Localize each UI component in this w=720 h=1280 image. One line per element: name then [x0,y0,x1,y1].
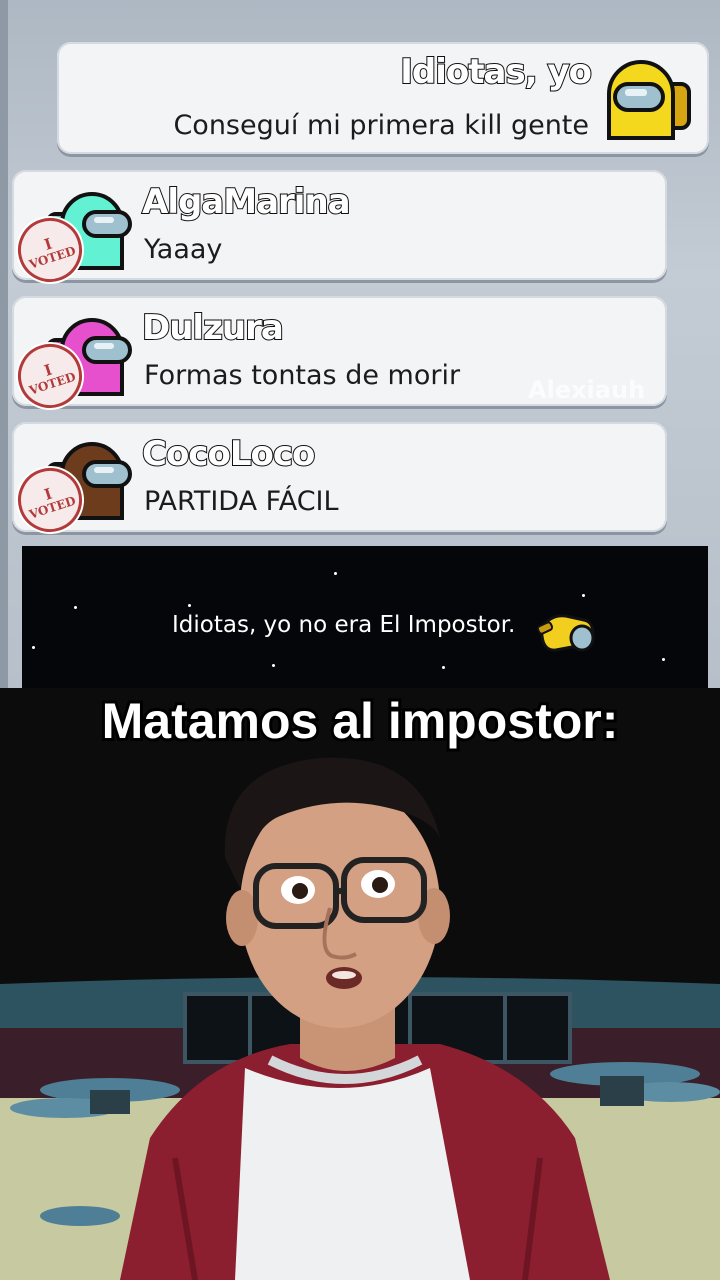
reaction-video-frame [0,688,720,1280]
crewmate-yellow-icon [607,60,691,140]
reaction-background-image [0,688,720,1280]
message-text: Formas tontas de morir [144,360,461,391]
message-text: Conseguí mi primera kill gente [173,110,589,141]
ejected-crewmate-icon [536,614,595,652]
star [442,666,445,669]
meme-caption: Matamos al impostor: [99,690,622,752]
sender-name: Dulzura [141,307,285,349]
star [74,606,77,609]
chat-message: I VOTED CocoLoco PARTIDA FÁCIL [9,422,667,541]
ejection-screen: Idiotas, yo no era El Impostor. [22,546,708,688]
star [32,646,35,649]
chat-message: I VOTED AlgaMarina Yaaay [9,170,667,291]
star [582,594,585,597]
message-text: PARTIDA FÁCIL [144,486,339,517]
sender-name: AlgaMarina [141,181,352,223]
sender-name: CocoLoco [141,433,316,475]
watermark: Alexiauh [528,376,646,404]
message-text: Yaaay [144,234,223,265]
star [662,658,665,661]
meeting-chat-panel: Idiotas, yo Conseguí mi primera kill gen… [0,0,720,688]
ejection-text: Idiotas, yo no era El Impostor. [172,612,516,638]
chat-left-edge [0,0,8,688]
chat-message-own: Idiotas, yo Conseguí mi primera kill gen… [57,42,709,154]
sender-name: Idiotas, yo [399,51,593,93]
star [334,572,337,575]
star [188,604,191,607]
star [272,664,275,667]
